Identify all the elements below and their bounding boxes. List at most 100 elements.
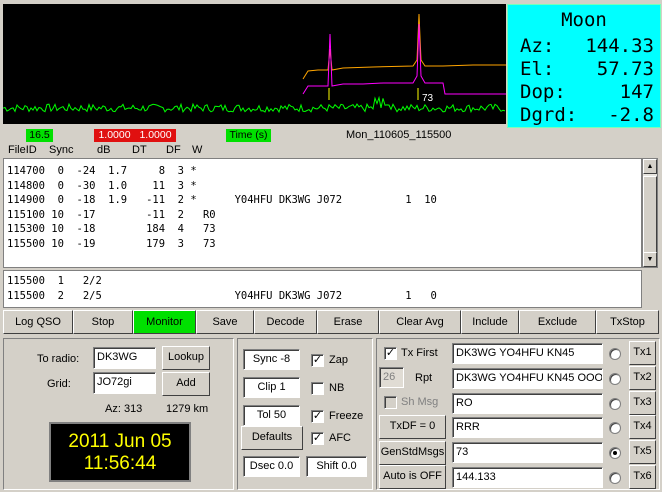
spectrum-plot: 73 [3, 13, 506, 114]
tx3-radio[interactable] [609, 398, 621, 410]
moon-el-label: El: [520, 58, 555, 80]
moon-el-row: El: 57.73 [520, 58, 654, 80]
tx-first-checkbox[interactable]: ✓ [384, 347, 397, 360]
afc-checkbox[interactable]: ✓ [311, 432, 324, 445]
az-readout: Az: 313 [105, 403, 143, 415]
moon-az-row: Az: 144.33 [520, 35, 654, 57]
distance-readout: 1279 km [166, 403, 209, 415]
spectrum-display[interactable]: 73 [3, 4, 506, 124]
txstop-button[interactable]: TxStop [596, 310, 659, 334]
nb-checkbox[interactable] [311, 382, 324, 395]
utc-clock: 2011 Jun 05 11:56:44 [49, 422, 191, 482]
clip-spinner[interactable]: Clip 1 [243, 377, 300, 398]
auto-button[interactable]: Auto is OFF [379, 465, 446, 489]
tx2-button[interactable]: Tx2 [629, 366, 656, 390]
decoded-line: 115300 10 -18 184 4 73 [7, 223, 216, 235]
tx-first-label: Tx First [401, 347, 438, 359]
gen-std-msgs-button[interactable]: GenStdMsgs [379, 441, 446, 465]
tx3-message[interactable]: RO [452, 393, 603, 414]
erase-button[interactable]: Erase [317, 310, 379, 334]
moon-dgrd-row: Dgrd: -2.8 [520, 104, 654, 126]
tx4-message[interactable]: RRR [452, 417, 603, 438]
tx4-radio[interactable] [609, 422, 621, 434]
moon-az-value: 144.33 [585, 35, 654, 57]
defaults-button[interactable]: Defaults [241, 426, 303, 450]
freeze-checkbox[interactable]: ✓ [311, 410, 324, 423]
tx-panel: ✓ Tx First 26 Rpt Sh Msg TxDF = 0 GenStd… [376, 338, 660, 490]
to-radio-label: To radio: [37, 353, 80, 365]
tx3-button[interactable]: Tx3 [629, 391, 656, 415]
decode-button[interactable]: Decode [254, 310, 317, 334]
status-red-a: 1.0000 [98, 129, 131, 141]
tx1-radio[interactable] [609, 348, 621, 360]
tx6-message[interactable]: 144.133 [452, 467, 603, 488]
status-time: Time (s) [226, 129, 271, 142]
sh-msg-checkbox[interactable] [384, 396, 397, 409]
decoded-line: 114800 0 -30 1.0 11 3 * [7, 179, 197, 192]
tx1-button[interactable]: Tx1 [629, 341, 656, 365]
marker-label: 73 [422, 93, 434, 104]
grid-label: Grid: [47, 378, 71, 390]
to-radio-input[interactable]: DK3WG [93, 347, 156, 369]
decoded-text[interactable]: 114700 0 -24 1.7 8 3 * 114800 0 -30 1.0 1… [3, 158, 642, 268]
average-line: 115500 1 2/2 [7, 275, 102, 287]
col-db: dB [97, 144, 111, 156]
tx2-radio[interactable] [609, 373, 621, 385]
zap-label: Zap [329, 354, 348, 366]
decoded-line: 115500 10 -19 179 3 73 [7, 237, 216, 250]
status-red-b: 1.0000 [139, 129, 172, 141]
status-red-indicator: 1.0000 1.0000 [94, 129, 176, 142]
moon-dop-label: Dop: [520, 81, 566, 103]
afc-label: AFC [329, 432, 351, 444]
scroll-thumb[interactable] [643, 176, 657, 254]
tx6-radio[interactable] [609, 472, 621, 484]
decoded-line: 115100 10 -17 -11 2 R0 [7, 208, 216, 221]
tx5-button[interactable]: Tx5 [629, 440, 656, 464]
monitor-button[interactable]: Monitor [133, 310, 196, 334]
add-button[interactable]: Add [162, 372, 210, 396]
clear-avg-button[interactable]: Clear Avg [379, 310, 461, 334]
include-button[interactable]: Include [461, 310, 519, 334]
save-button[interactable]: Save [196, 310, 254, 334]
magenta-trace [302, 23, 506, 95]
stop-button[interactable]: Stop [73, 310, 133, 334]
moon-el-value: 57.73 [596, 58, 654, 80]
average-line: 115500 2 2/5 Y04HFU DK3WG J072 1 0 [7, 289, 437, 302]
dsec-spinner[interactable]: Dsec 0.0 [243, 456, 300, 477]
scroll-up-icon[interactable]: ▲ [643, 159, 657, 174]
log-qso-button[interactable]: Log QSO [3, 310, 73, 334]
sh-msg-label: Sh Msg [401, 396, 439, 408]
zap-checkbox[interactable]: ✓ [311, 354, 324, 367]
decoder-controls-panel: Sync -8 ✓ Zap Clip 1 NB Tol 50 ✓ Freeze … [237, 338, 373, 490]
grid-input[interactable]: JO72gi [93, 372, 156, 394]
decoded-scrollbar[interactable]: ▲ ▼ [642, 158, 658, 268]
moon-panel: Moon Az: 144.33 El: 57.73 Dop: 147 Dgrd: -2.… [507, 4, 661, 128]
decoded-line: 114900 0 -18 1.9 -11 2 * Y04HFU DK3WG J0… [7, 194, 437, 206]
tx4-button[interactable]: Tx4 [629, 415, 656, 439]
tx5-message[interactable]: 73 [452, 442, 603, 463]
nb-label: NB [329, 382, 345, 394]
tol-spinner[interactable]: Tol 50 [243, 405, 300, 426]
exclude-button[interactable]: Exclude [519, 310, 596, 334]
col-dt: DT [132, 144, 147, 156]
scroll-down-icon[interactable]: ▼ [643, 252, 657, 267]
tx1-message[interactable]: DK3WG YO4HFU KN45 [452, 343, 603, 364]
rpt-input[interactable]: 26 [379, 367, 404, 388]
average-text[interactable]: 115500 1 2/2 115500 2 2/5 Y04HFU DK3WG J0… [3, 270, 642, 308]
status-filename: Mon_110605_115500 [346, 129, 452, 141]
lookup-button[interactable]: Lookup [162, 346, 210, 370]
col-fileid: FileID [8, 144, 37, 156]
txdf-button[interactable]: TxDF = 0 [379, 415, 446, 439]
sync-spinner[interactable]: Sync -8 [243, 349, 300, 370]
clock-time: 11:56:44 [83, 453, 157, 474]
moon-dop-value: 147 [619, 81, 654, 103]
moon-dop-row: Dop: 147 [520, 81, 654, 103]
tx5-radio[interactable] [609, 447, 621, 459]
shift-spinner[interactable]: Shift 0.0 [306, 456, 367, 477]
tx6-button[interactable]: Tx6 [629, 465, 656, 489]
freeze-label: Freeze [329, 410, 364, 422]
tx2-message[interactable]: DK3WG YO4HFU KN45 OOO [452, 368, 603, 389]
moon-title: Moon [561, 9, 607, 31]
status-level: 16.5 [26, 129, 53, 142]
moon-dgrd-label: Dgrd: [520, 104, 578, 126]
